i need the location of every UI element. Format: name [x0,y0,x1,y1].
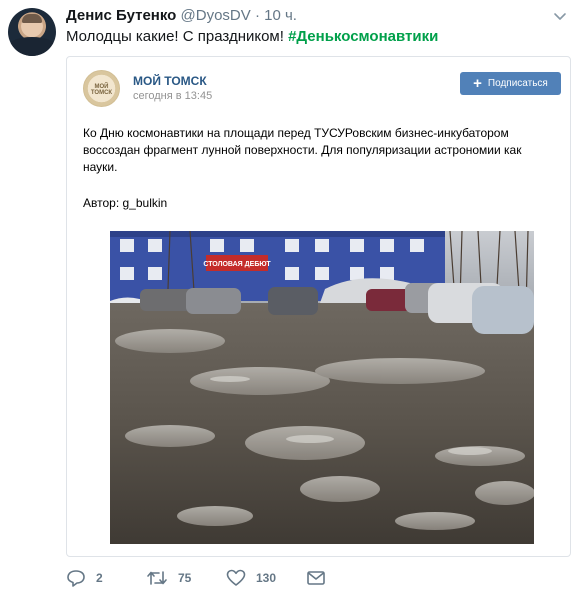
separator-dot: · [254,7,260,24]
heart-icon [226,569,246,586]
retweet-count: 75 [178,571,192,585]
direct-message-action[interactable] [306,568,326,588]
group-logo[interactable]: МОЙ ТОМСК [83,70,120,107]
reply-action[interactable]: 2 [66,568,103,588]
tweet-text: Молодцы какие! С праздником! #Денькосмон… [66,28,438,45]
group-name[interactable]: МОЙ ТОМСК [133,74,207,88]
post-photo[interactable]: СТОЛОВАЯ ДЕБЮТ [110,231,534,544]
retweet-icon [147,571,167,585]
tweet-body: Молодцы какие! С праздником! [66,28,289,45]
subscribe-label: Подписаться [487,78,548,89]
retweet-action[interactable]: 75 [146,568,191,588]
embedded-post-card[interactable]: МОЙ ТОМСК МОЙ ТОМСК сегодня в 13:45 + По… [66,56,571,557]
pothole-parking-photo: СТОЛОВАЯ ДЕБЮТ [110,231,534,544]
like-action[interactable]: 130 [226,568,276,588]
tweet-actions: 2 75 130 [66,568,346,588]
envelope-icon [307,571,325,585]
post-time[interactable]: сегодня в 13:45 [133,90,212,102]
group-logo-text: МОЙ ТОМСК [90,84,113,96]
reply-icon [67,570,85,587]
author-avatar[interactable] [8,8,56,56]
author-name[interactable]: Денис Бутенко [66,7,176,24]
tweet-header: Денис Бутенко @DyosDV · 10 ч. [66,7,297,24]
subscribe-button[interactable]: + Подписаться [460,72,561,95]
like-count: 130 [256,571,277,585]
post-text: Ко Дню космонавтики на площади перед ТУС… [83,126,522,174]
hashtag-link[interactable]: #Денькосмонавтики [288,28,438,45]
tweet-time[interactable]: 10 ч. [264,7,297,24]
photo-sign: СТОЛОВАЯ ДЕБЮТ [203,261,271,268]
plus-icon: + [473,75,482,92]
reply-count: 2 [96,571,103,585]
chevron-down-icon[interactable] [552,8,568,24]
post-author: Автор: g_bulkin [83,196,168,210]
author-handle[interactable]: @DyosDV [181,7,251,24]
